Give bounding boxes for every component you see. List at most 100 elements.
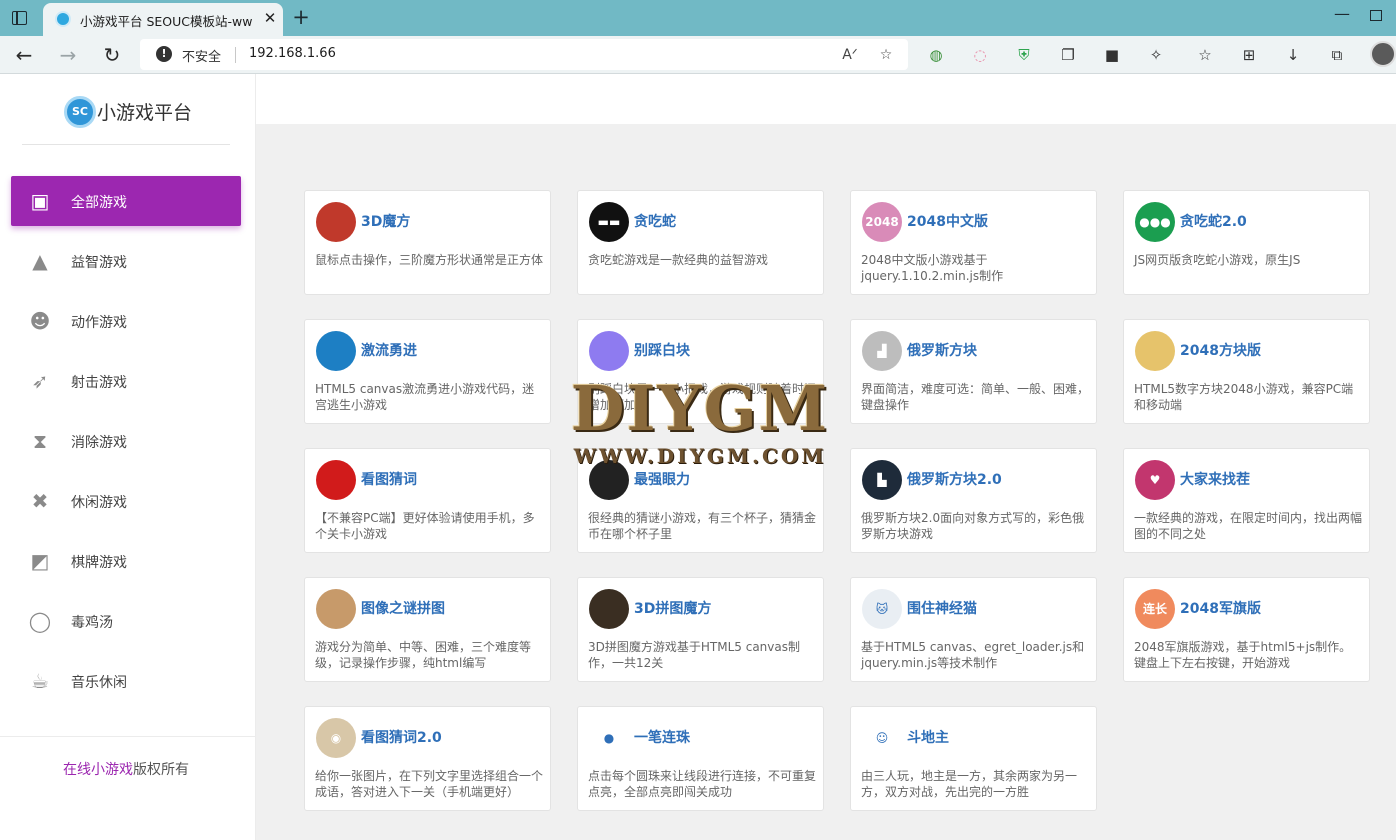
game-title[interactable]: 3D魔方 — [361, 211, 410, 231]
game-card[interactable]: 🐱 围住神经猫基于HTML5 canvas、egret_loader.js和jqu… — [850, 577, 1097, 682]
game-title[interactable]: 贪吃蛇2.0 — [1180, 211, 1247, 231]
game-card[interactable]: 2048 2048中文版 2048中文版小游戏基于jquery.1.10.2.min… — [850, 190, 1097, 295]
game-title[interactable]: 围住神经猫 — [907, 598, 977, 618]
game-title[interactable]: 看图猜词2.0 — [361, 727, 442, 747]
tetris-icon[interactable]: ▟ — [862, 331, 902, 371]
menu-item-board[interactable]: ◩ 棋牌游戏 — [11, 536, 241, 586]
cola-bottle-icon[interactable] — [316, 460, 356, 500]
game-card[interactable]: ● 一笔连珠 点击每个圆珠来让线段进行连接，不可重复点亮，全部点亮即闯关成功 — [577, 706, 824, 811]
menu-item-label: 音乐休闲 — [71, 675, 127, 691]
magic-hat-icon[interactable] — [589, 460, 629, 500]
game-card[interactable]: 3D魔方 鼠标点击操作，三阶魔方形状通常是正方体 — [304, 190, 551, 295]
tab-close-icon[interactable]: ✕ — [262, 9, 278, 27]
game-title[interactable]: 贪吃蛇 — [634, 211, 676, 231]
cat-extension-icon[interactable]: ◌ — [969, 44, 991, 66]
new-tab-button[interactable]: + — [289, 5, 313, 29]
puzzle-cube-icon[interactable] — [589, 589, 629, 629]
game-card[interactable]: 图像之谜拼图 游戏分为简单、中等、困难，三个难度等级，记录操作步骤，纯html编写 — [304, 577, 551, 682]
warning-icon[interactable]: ! — [156, 46, 172, 62]
logo-icon: SC — [64, 96, 96, 128]
cat-icon[interactable]: 🐱 — [862, 589, 902, 629]
menu-item-action[interactable]: ☻ 动作游戏 — [11, 296, 241, 346]
game-card[interactable]: ♥ 大家来找茬 一款经典的游戏，在限定时间内，找出两幅图的不同之处 — [1123, 448, 1370, 553]
menu-item-label: 休闲游戏 — [71, 495, 127, 511]
game-card[interactable]: 2048方块版 HTML5数字方块2048小游戏，兼容PC端和移动端 — [1123, 319, 1370, 424]
window-maximize-icon[interactable] — [1370, 10, 1382, 21]
rubiks-cube-icon[interactable] — [316, 202, 356, 242]
window-minimize-icon[interactable]: — — [1334, 4, 1350, 23]
forward-arrow-icon[interactable]: → — [54, 41, 82, 69]
game-title[interactable]: 3D拼图魔方 — [634, 598, 711, 618]
game-title[interactable]: 一笔连珠 — [634, 727, 690, 747]
extensions-puzzle-icon[interactable]: ✧ — [1145, 44, 1167, 66]
game-card[interactable]: 看图猜词 【不兼容PC端】更好体验请使用手机，多个关卡小游戏 — [304, 448, 551, 553]
menu-item-music[interactable]: ☕ 音乐休闲 — [11, 656, 241, 706]
army-flag-icon[interactable]: 连长 — [1135, 589, 1175, 629]
menu-item-all-games[interactable]: ▣ 全部游戏 — [11, 176, 241, 226]
game-title[interactable]: 2048军旗版 — [1180, 598, 1261, 618]
screenshot-icon[interactable]: ⧉ — [1326, 44, 1348, 66]
game-title[interactable]: 激流勇进 — [361, 340, 417, 360]
refresh-icon[interactable]: ↻ — [98, 41, 126, 69]
read-aloud-icon[interactable]: Aᐟ — [839, 44, 861, 66]
game-title[interactable]: 别踩白块 — [634, 340, 690, 360]
color-grid-icon[interactable] — [1135, 331, 1175, 371]
game-title[interactable]: 斗地主 — [907, 727, 949, 747]
logo-divider — [22, 144, 230, 145]
game-card[interactable]: 激流勇进 HTML5 canvas激流勇进小游戏代码，迷宫逃生小游戏 — [304, 319, 551, 424]
menu-item-match[interactable]: ⧗ 消除游戏 — [11, 416, 241, 466]
profile-avatar[interactable] — [1370, 41, 1396, 67]
jigsaw-photo-icon[interactable] — [316, 589, 356, 629]
snake-icon[interactable]: ▬▬ — [589, 202, 629, 242]
game-title[interactable]: 大家来找茬 — [1180, 469, 1250, 489]
globe-extension-icon[interactable]: ◍ — [925, 44, 947, 66]
game-title[interactable]: 俄罗斯方块2.0 — [907, 469, 1002, 489]
menu-item-chicken-soup[interactable]: ◯ 毒鸡汤 — [11, 596, 241, 646]
browser-tab-active[interactable]: 小游戏平台 SEOUC模板站-www.s ✕ — [43, 3, 283, 36]
game-card[interactable]: ▬▬ 贪吃蛇 贪吃蛇游戏是一款经典的益智游戏 — [577, 190, 824, 295]
shield-extension-icon[interactable]: ⛨ — [1013, 44, 1035, 66]
game-title[interactable]: 图像之谜拼图 — [361, 598, 445, 618]
cartoon-man-icon[interactable]: ☺ — [862, 718, 902, 758]
footer-link[interactable]: 在线小游戏 — [63, 762, 133, 778]
game-card[interactable]: ☺ 斗地主 由三人玩，地主是一方，其余两家为另一方，双方对战，先出完的一方胜 — [850, 706, 1097, 811]
game-description: 基于HTML5 canvas、egret_loader.js和jquery.mi… — [861, 640, 1085, 670]
address-bar[interactable]: ! 不安全 192.168.1.66 Aᐟ ☆ — [140, 39, 908, 70]
add-favorite-icon[interactable]: ☆ — [875, 44, 897, 66]
game-description: 界面简洁，难度可选：简单、一般、困难，键盘操作 — [861, 382, 1090, 412]
white-tile-icon[interactable] — [589, 331, 629, 371]
game-card[interactable]: 连长 2048军旗版 2048军旗版游戏，基于html5+js制作。键盘上下左右按键… — [1123, 577, 1370, 682]
game-title[interactable]: 最强眼力 — [634, 469, 690, 489]
snake-dots-icon[interactable]: ●●● — [1135, 202, 1175, 242]
menu-item-casual[interactable]: ✖ 休闲游戏 — [11, 476, 241, 526]
game-card[interactable]: ▙ 俄罗斯方块2.0 俄罗斯方块2.0面向对象方式写的，彩色俄罗斯方块游戏 — [850, 448, 1097, 553]
blue-bead-icon[interactable]: ● — [589, 718, 629, 758]
menu-item-label: 益智游戏 — [71, 255, 127, 271]
game-card[interactable]: ◉ 看图猜词2.0 给你一张图片，在下列文字里选择组合一个成语，答对进入下一关（手机… — [304, 706, 551, 811]
menu-item-shooting[interactable]: ➶ 射击游戏 — [11, 356, 241, 406]
game-card[interactable]: 最强眼力 很经典的猜谜小游戏，有三个杯子，猜猜金币在哪个杯子里 — [577, 448, 824, 553]
download-icon[interactable]: ↓ — [1282, 44, 1304, 66]
game-extension-icon[interactable]: ■ — [1101, 44, 1123, 66]
game-card[interactable]: 别踩白块 别踩白块是一个小把戏，游戏规则随着时间增加而加快 — [577, 319, 824, 424]
eye-icon[interactable]: ◉ — [316, 718, 356, 758]
game-title[interactable]: 看图猜词 — [361, 469, 417, 489]
game-title[interactable]: 2048中文版 — [907, 211, 988, 231]
stairs-icon[interactable] — [316, 331, 356, 371]
game-card[interactable]: 3D拼图魔方 3D拼图魔方游戏基于HTML5 canvas制作，一共12关 — [577, 577, 824, 682]
back-arrow-icon[interactable]: ← — [10, 41, 38, 69]
collections-stack-icon[interactable]: ❐ — [1057, 44, 1079, 66]
collections-icon[interactable]: ⊞ — [1238, 44, 1260, 66]
game-title[interactable]: 俄罗斯方块 — [907, 340, 977, 360]
heart-icon[interactable]: ♥ — [1135, 460, 1175, 500]
menu-item-puzzle[interactable]: ▲ 益智游戏 — [11, 236, 241, 286]
tile-2048-icon[interactable]: 2048 — [862, 202, 902, 242]
favorites-icon[interactable]: ☆ — [1194, 44, 1216, 66]
tetris-blue-icon[interactable]: ▙ — [862, 460, 902, 500]
game-title[interactable]: 2048方块版 — [1180, 340, 1261, 360]
game-card[interactable]: ●●● 贪吃蛇2.0 JS网页版贪吃蛇小游戏，原生JS — [1123, 190, 1370, 295]
url-text[interactable]: 192.168.1.66 — [249, 46, 336, 61]
tab-actions-icon[interactable] — [12, 11, 27, 25]
game-card[interactable]: ▟ 俄罗斯方块界面简洁，难度可选：简单、一般、困难，键盘操作 — [850, 319, 1097, 424]
security-status[interactable]: 不安全 — [182, 46, 221, 65]
